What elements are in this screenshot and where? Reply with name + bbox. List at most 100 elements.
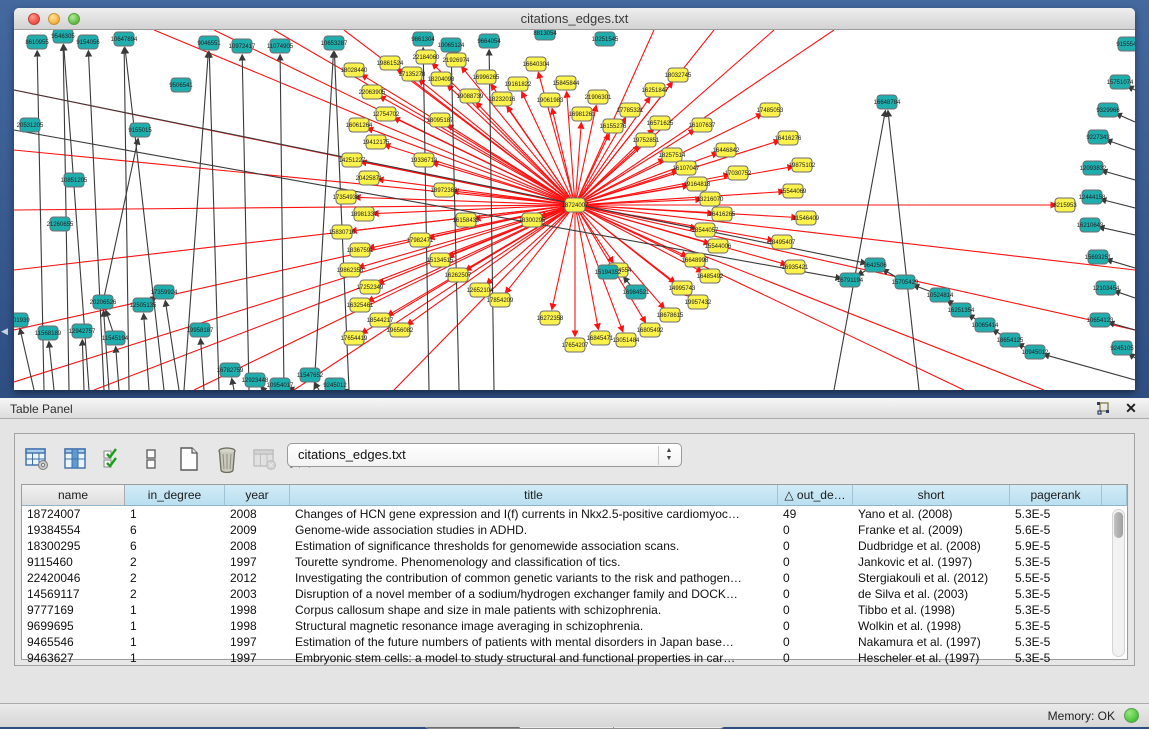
table-row[interactable]: 2242004622012Investigating the contribut… [22,570,1127,586]
table-cell[interactable]: Hescheler et al. (1997) [853,650,1010,666]
table-vertical-scrollbar[interactable] [1112,509,1125,657]
column-header-name[interactable]: name [22,485,125,506]
table-cell[interactable]: 2 [125,554,225,570]
table-cell[interactable]: 0 [778,618,853,634]
table-cell[interactable]: 5.5E-5 [1010,570,1102,586]
network-view-window[interactable]: citations_edges.txt 18724007180284402206… [14,8,1135,390]
column-header-short[interactable]: short [853,485,1010,506]
table-settings-button[interactable] [21,442,53,476]
table-cell[interactable]: Investigating the contribution of common… [290,570,778,586]
table-cell[interactable]: 2 [125,570,225,586]
table-cell[interactable]: 18300295 [22,538,125,554]
table-cell[interactable]: Structural magnetic resonance image aver… [290,618,778,634]
table-cell[interactable]: 0 [778,538,853,554]
network-graph-canvas[interactable]: 1872400718028440220639051275470216061264… [14,30,1135,390]
select-column-button[interactable] [59,442,91,476]
float-panel-icon[interactable] [1095,400,1111,416]
table-cell[interactable]: 2009 [225,522,290,538]
network-window-titlebar[interactable]: citations_edges.txt [14,8,1135,30]
table-row[interactable]: 1872400712008Changes of HCN gene express… [22,506,1127,522]
table-cell[interactable]: 5.3E-5 [1010,586,1102,602]
table-cell[interactable]: 49 [778,506,853,522]
table-cell[interactable]: 5.3E-5 [1010,554,1102,570]
table-cell[interactable]: 1 [125,506,225,522]
table-cell[interactable]: Embryonic stem cells: a model to study s… [290,650,778,666]
table-cell[interactable]: 5.3E-5 [1010,506,1102,522]
table-cell[interactable]: 1 [125,634,225,650]
table-cell[interactable]: 2012 [225,570,290,586]
table-row[interactable]: 1456911722003Disruption of a novel membe… [22,586,1127,602]
table-cell[interactable]: 5.3E-5 [1010,602,1102,618]
column-header-out_de[interactable]: △ out_de… [778,485,853,506]
table-cell[interactable]: 9115460 [22,554,125,570]
column-header-title[interactable]: title [290,485,778,506]
table-cell[interactable]: Estimation of significance thresholds fo… [290,538,778,554]
table-cell[interactable]: 2 [125,586,225,602]
table-cell[interactable]: 1 [125,618,225,634]
panel-collapse-arrow-icon[interactable]: ◀ [1,326,8,337]
table-cell[interactable]: 2008 [225,538,290,554]
scrollbar-thumb[interactable] [1114,512,1123,538]
table-cell[interactable]: 0 [778,602,853,618]
table-cell[interactable]: 1998 [225,618,290,634]
table-cell[interactable]: 5.3E-5 [1010,618,1102,634]
table-cell[interactable]: Disruption of a novel member of a sodium… [290,586,778,602]
table-cell[interactable]: Franke et al. (2009) [853,522,1010,538]
table-cell[interactable]: 1 [125,650,225,666]
table-row[interactable]: 1938455462009Genome-wide association stu… [22,522,1127,538]
table-row[interactable]: 946554611997Estimation of the future num… [22,634,1127,650]
table-cell[interactable]: 0 [778,554,853,570]
table-cell[interactable]: Nakamura et al. (1997) [853,634,1010,650]
table-cell[interactable]: 1997 [225,634,290,650]
delete-table-button[interactable] [249,442,281,476]
table-cell[interactable]: 1997 [225,650,290,666]
table-cell[interactable]: 5.9E-5 [1010,538,1102,554]
table-cell[interactable]: 9465546 [22,634,125,650]
table-cell[interactable]: Corpus callosum shape and size in male p… [290,602,778,618]
column-header-filler[interactable] [1102,485,1127,506]
table-cell[interactable]: 6 [125,538,225,554]
table-row[interactable]: 1830029562008Estimation of significance … [22,538,1127,554]
table-cell[interactable]: 22420046 [22,570,125,586]
table-cell[interactable]: 6 [125,522,225,538]
table-cell[interactable]: Tourette syndrome. Phenomenology and cla… [290,554,778,570]
table-cell[interactable]: 1998 [225,602,290,618]
row-height-button[interactable] [135,442,167,476]
table-cell[interactable]: Stergiakouli et al. (2012) [853,570,1010,586]
table-row[interactable]: 946362711997Embryonic stem cells: a mode… [22,650,1127,666]
table-cell[interactable]: Genome-wide association studies in ADHD. [290,522,778,538]
table-cell[interactable]: Dudbridge et al. (2008) [853,538,1010,554]
table-cell[interactable]: 0 [778,570,853,586]
table-cell[interactable]: Changes of HCN gene expression and I(f) … [290,506,778,522]
table-cell[interactable]: 19384554 [22,522,125,538]
table-cell[interactable]: 1997 [225,554,290,570]
table-cell[interactable]: 1 [125,602,225,618]
table-cell[interactable]: 5.3E-5 [1010,650,1102,666]
column-header-in_degree[interactable]: in_degree [125,485,225,506]
table-row[interactable]: 977716911998Corpus callosum shape and si… [22,602,1127,618]
table-cell[interactable]: 5.3E-5 [1010,634,1102,650]
column-header-pagerank[interactable]: pagerank [1010,485,1102,506]
table-cell[interactable]: Jankovic et al. (1997) [853,554,1010,570]
table-cell[interactable]: 9699695 [22,618,125,634]
table-selector-combobox[interactable]: citations_edges.txt ▲▼ [287,443,682,467]
table-cell[interactable]: 0 [778,586,853,602]
table-cell[interactable]: 18724007 [22,506,125,522]
table-cell[interactable]: Tibbo et al. (1998) [853,602,1010,618]
table-row[interactable]: 969969511998Structural magnetic resonanc… [22,618,1127,634]
select-rows-button[interactable] [97,442,129,476]
table-cell[interactable]: 0 [778,650,853,666]
table-cell[interactable]: 5.6E-5 [1010,522,1102,538]
table-row[interactable]: 911546021997Tourette syndrome. Phenomeno… [22,554,1127,570]
close-panel-icon[interactable]: ✕ [1123,400,1139,416]
table-cell[interactable]: de Silva et al. (2003) [853,586,1010,602]
table-cell[interactable]: 2008 [225,506,290,522]
table-panel-titlebar[interactable]: Table Panel ✕ [0,398,1149,419]
table-cell[interactable]: Estimation of the future numbers of pati… [290,634,778,650]
table-cell[interactable]: 14569117 [22,586,125,602]
table-cell[interactable]: Wolkin et al. (1998) [853,618,1010,634]
table-cell[interactable]: 0 [778,522,853,538]
table-cell[interactable]: 9777169 [22,602,125,618]
table-cell[interactable]: 9463627 [22,650,125,666]
column-header-year[interactable]: year [225,485,290,506]
